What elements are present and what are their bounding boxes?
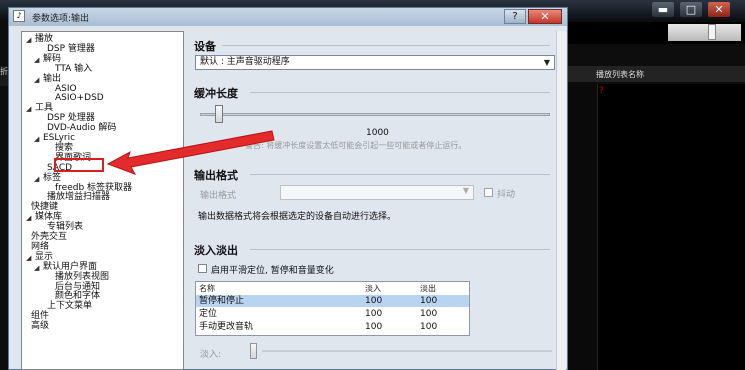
arrow-shape bbox=[106, 130, 275, 175]
annotation-arrow bbox=[106, 130, 275, 175]
